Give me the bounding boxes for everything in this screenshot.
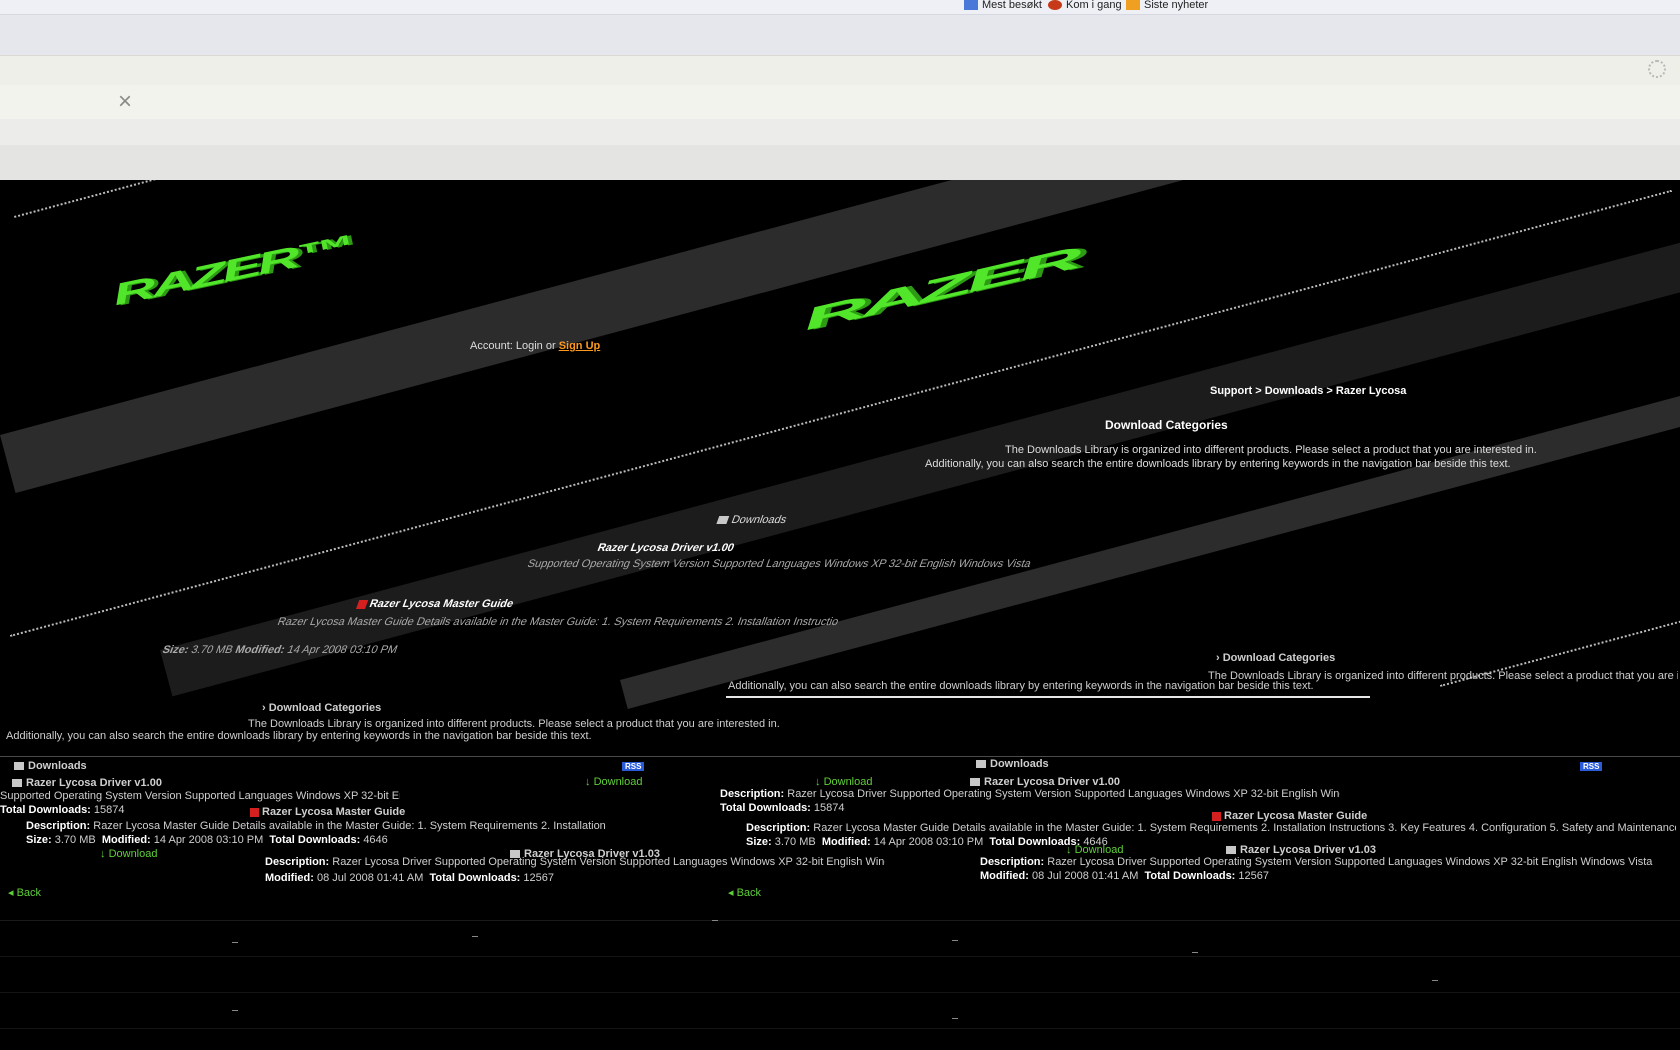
- item-meta: Size: 3.70 MB Modified: 14 Apr 2008 03:1…: [26, 834, 388, 846]
- download-categories-heading: Download Categories: [1105, 418, 1228, 432]
- download-button[interactable]: ↓ Download: [585, 776, 642, 788]
- artifact-mark: [232, 1010, 238, 1011]
- item-os: Supported Operating System Version Suppo…: [525, 558, 1033, 570]
- download-categories-heading: › Download Categories: [262, 702, 382, 714]
- breadcrumb: Support > Downloads > Razer Lycosa: [1210, 385, 1407, 397]
- item-meta: Total Downloads: 15874: [720, 802, 845, 814]
- navigation-toolbar: [0, 55, 1680, 86]
- item-description: Razer Lycosa Master Guide Details availa…: [275, 616, 841, 628]
- find-bar: [0, 119, 1680, 145]
- artifact-mark: [1432, 980, 1438, 981]
- file-icon: [1226, 846, 1236, 855]
- item-title[interactable]: Razer Lycosa Driver v1.00: [12, 777, 162, 789]
- item-meta: Size: 3.70 MB Modified: 14 Apr 2008 03:1…: [746, 836, 1108, 848]
- firefox-icon: [1048, 0, 1062, 10]
- downloads-label: Downloads: [716, 514, 788, 526]
- folder-icon: [14, 762, 24, 771]
- downloads-label: Downloads: [976, 758, 1049, 770]
- artifact-mark: [232, 942, 238, 943]
- item-description: Description: Razer Lycosa Master Guide D…: [26, 820, 606, 832]
- bookmark-most-visited[interactable]: Mest besøkt: [964, 0, 1042, 11]
- rss-button[interactable]: RSS: [622, 760, 645, 772]
- bookmark-latest-news[interactable]: Siste nyheter: [1126, 0, 1209, 11]
- download-button[interactable]: ↓ Download: [1066, 844, 1123, 856]
- intro-text: The Downloads Library is organized into …: [248, 718, 780, 730]
- divider-line: [726, 696, 1370, 698]
- artifact-mark: [952, 940, 958, 941]
- item-meta: Modified: 08 Jul 2008 01:41 AM Total Dow…: [980, 870, 1270, 882]
- tab-strip: [0, 15, 1680, 55]
- pdf-icon: [250, 807, 259, 817]
- dotted-rail: [14, 180, 160, 218]
- bookmark-label: Mest besøkt: [982, 0, 1042, 11]
- artifact-mark: [952, 1018, 958, 1019]
- item-title[interactable]: Razer Lycosa Driver v1.03: [1226, 844, 1376, 856]
- item-description: Description: Razer Lycosa Master Guide D…: [746, 822, 1676, 834]
- bookmark-folder-icon: [964, 0, 978, 10]
- rss-feed-icon: [1126, 0, 1140, 10]
- item-os: Supported Operating System Version Suppo…: [0, 790, 400, 802]
- item-title[interactable]: Razer Lycosa Master Guide: [250, 806, 405, 818]
- artifact-mark: [472, 936, 478, 937]
- bookmark-label: Siste nyheter: [1144, 0, 1209, 11]
- file-icon: [12, 779, 22, 788]
- intro-text-secondary: Additionally, you can also search the en…: [6, 730, 592, 742]
- item-meta: Modified: 08 Jul 2008 01:41 AM Total Dow…: [265, 872, 555, 884]
- intro-text-secondary: Additionally, you can also search the en…: [728, 680, 1314, 692]
- pdf-icon: [1212, 811, 1221, 821]
- divider: [0, 956, 1680, 957]
- artifact-mark: [712, 920, 718, 921]
- razer-logo[interactable]: RAZER™: [110, 230, 354, 314]
- bookmark-getting-started[interactable]: Kom i gang: [1048, 0, 1122, 11]
- divider: [0, 992, 1680, 993]
- download-button[interactable]: ↓ Download: [815, 776, 872, 788]
- divider: [0, 920, 1680, 921]
- loading-spinner-icon: [1648, 60, 1666, 78]
- item-title[interactable]: Razer Lycosa Master Guide: [1212, 810, 1367, 822]
- item-size: Size: 3.70 MB Modified: 14 Apr 2008 03:1…: [160, 644, 400, 656]
- divider: [0, 756, 1680, 757]
- status-area: [0, 145, 1680, 180]
- folder-icon: [716, 516, 730, 525]
- pdf-icon: [356, 599, 369, 609]
- folder-icon: [976, 760, 986, 769]
- item-title[interactable]: Razer Lycosa Master Guide: [356, 598, 515, 610]
- download-categories-heading: › Download Categories: [1216, 652, 1336, 664]
- item-title[interactable]: Razer Lycosa Driver v1.00: [970, 776, 1120, 788]
- download-button[interactable]: ↓ Download: [100, 848, 157, 860]
- file-icon: [970, 778, 980, 787]
- web-page-content: RAZER™ RAZER Account: Login or Sign Up S…: [0, 180, 1680, 1050]
- item-description: Description: Razer Lycosa Driver Support…: [720, 788, 1340, 800]
- intro-text: The Downloads Library is organized into …: [1005, 444, 1537, 456]
- bookmarks-toolbar: Mest besøkt Kom i gang Siste nyheter: [0, 0, 1680, 15]
- item-description: Description: Razer Lycosa Driver Support…: [265, 856, 885, 868]
- sign-up-link[interactable]: Sign Up: [559, 340, 601, 352]
- account-line: Account: Login or Sign Up: [470, 340, 601, 352]
- back-link[interactable]: ◂ Back: [8, 886, 41, 899]
- bookmark-label: Kom i gang: [1066, 0, 1122, 11]
- downloads-label: Downloads: [14, 760, 87, 772]
- back-link[interactable]: ◂ Back: [728, 886, 761, 899]
- rss-button[interactable]: RSS: [1580, 760, 1603, 772]
- intro-text-secondary: Additionally, you can also search the en…: [925, 458, 1511, 470]
- item-title[interactable]: Razer Lycosa Driver v1.00: [596, 542, 736, 554]
- item-total: Total Downloads: 15874: [0, 804, 125, 816]
- notification-bar: ×: [0, 85, 1680, 120]
- divider: [0, 1028, 1680, 1029]
- item-description: Description: Razer Lycosa Driver Support…: [980, 856, 1653, 868]
- artifact-mark: [1192, 952, 1198, 953]
- close-icon[interactable]: ×: [118, 88, 132, 116]
